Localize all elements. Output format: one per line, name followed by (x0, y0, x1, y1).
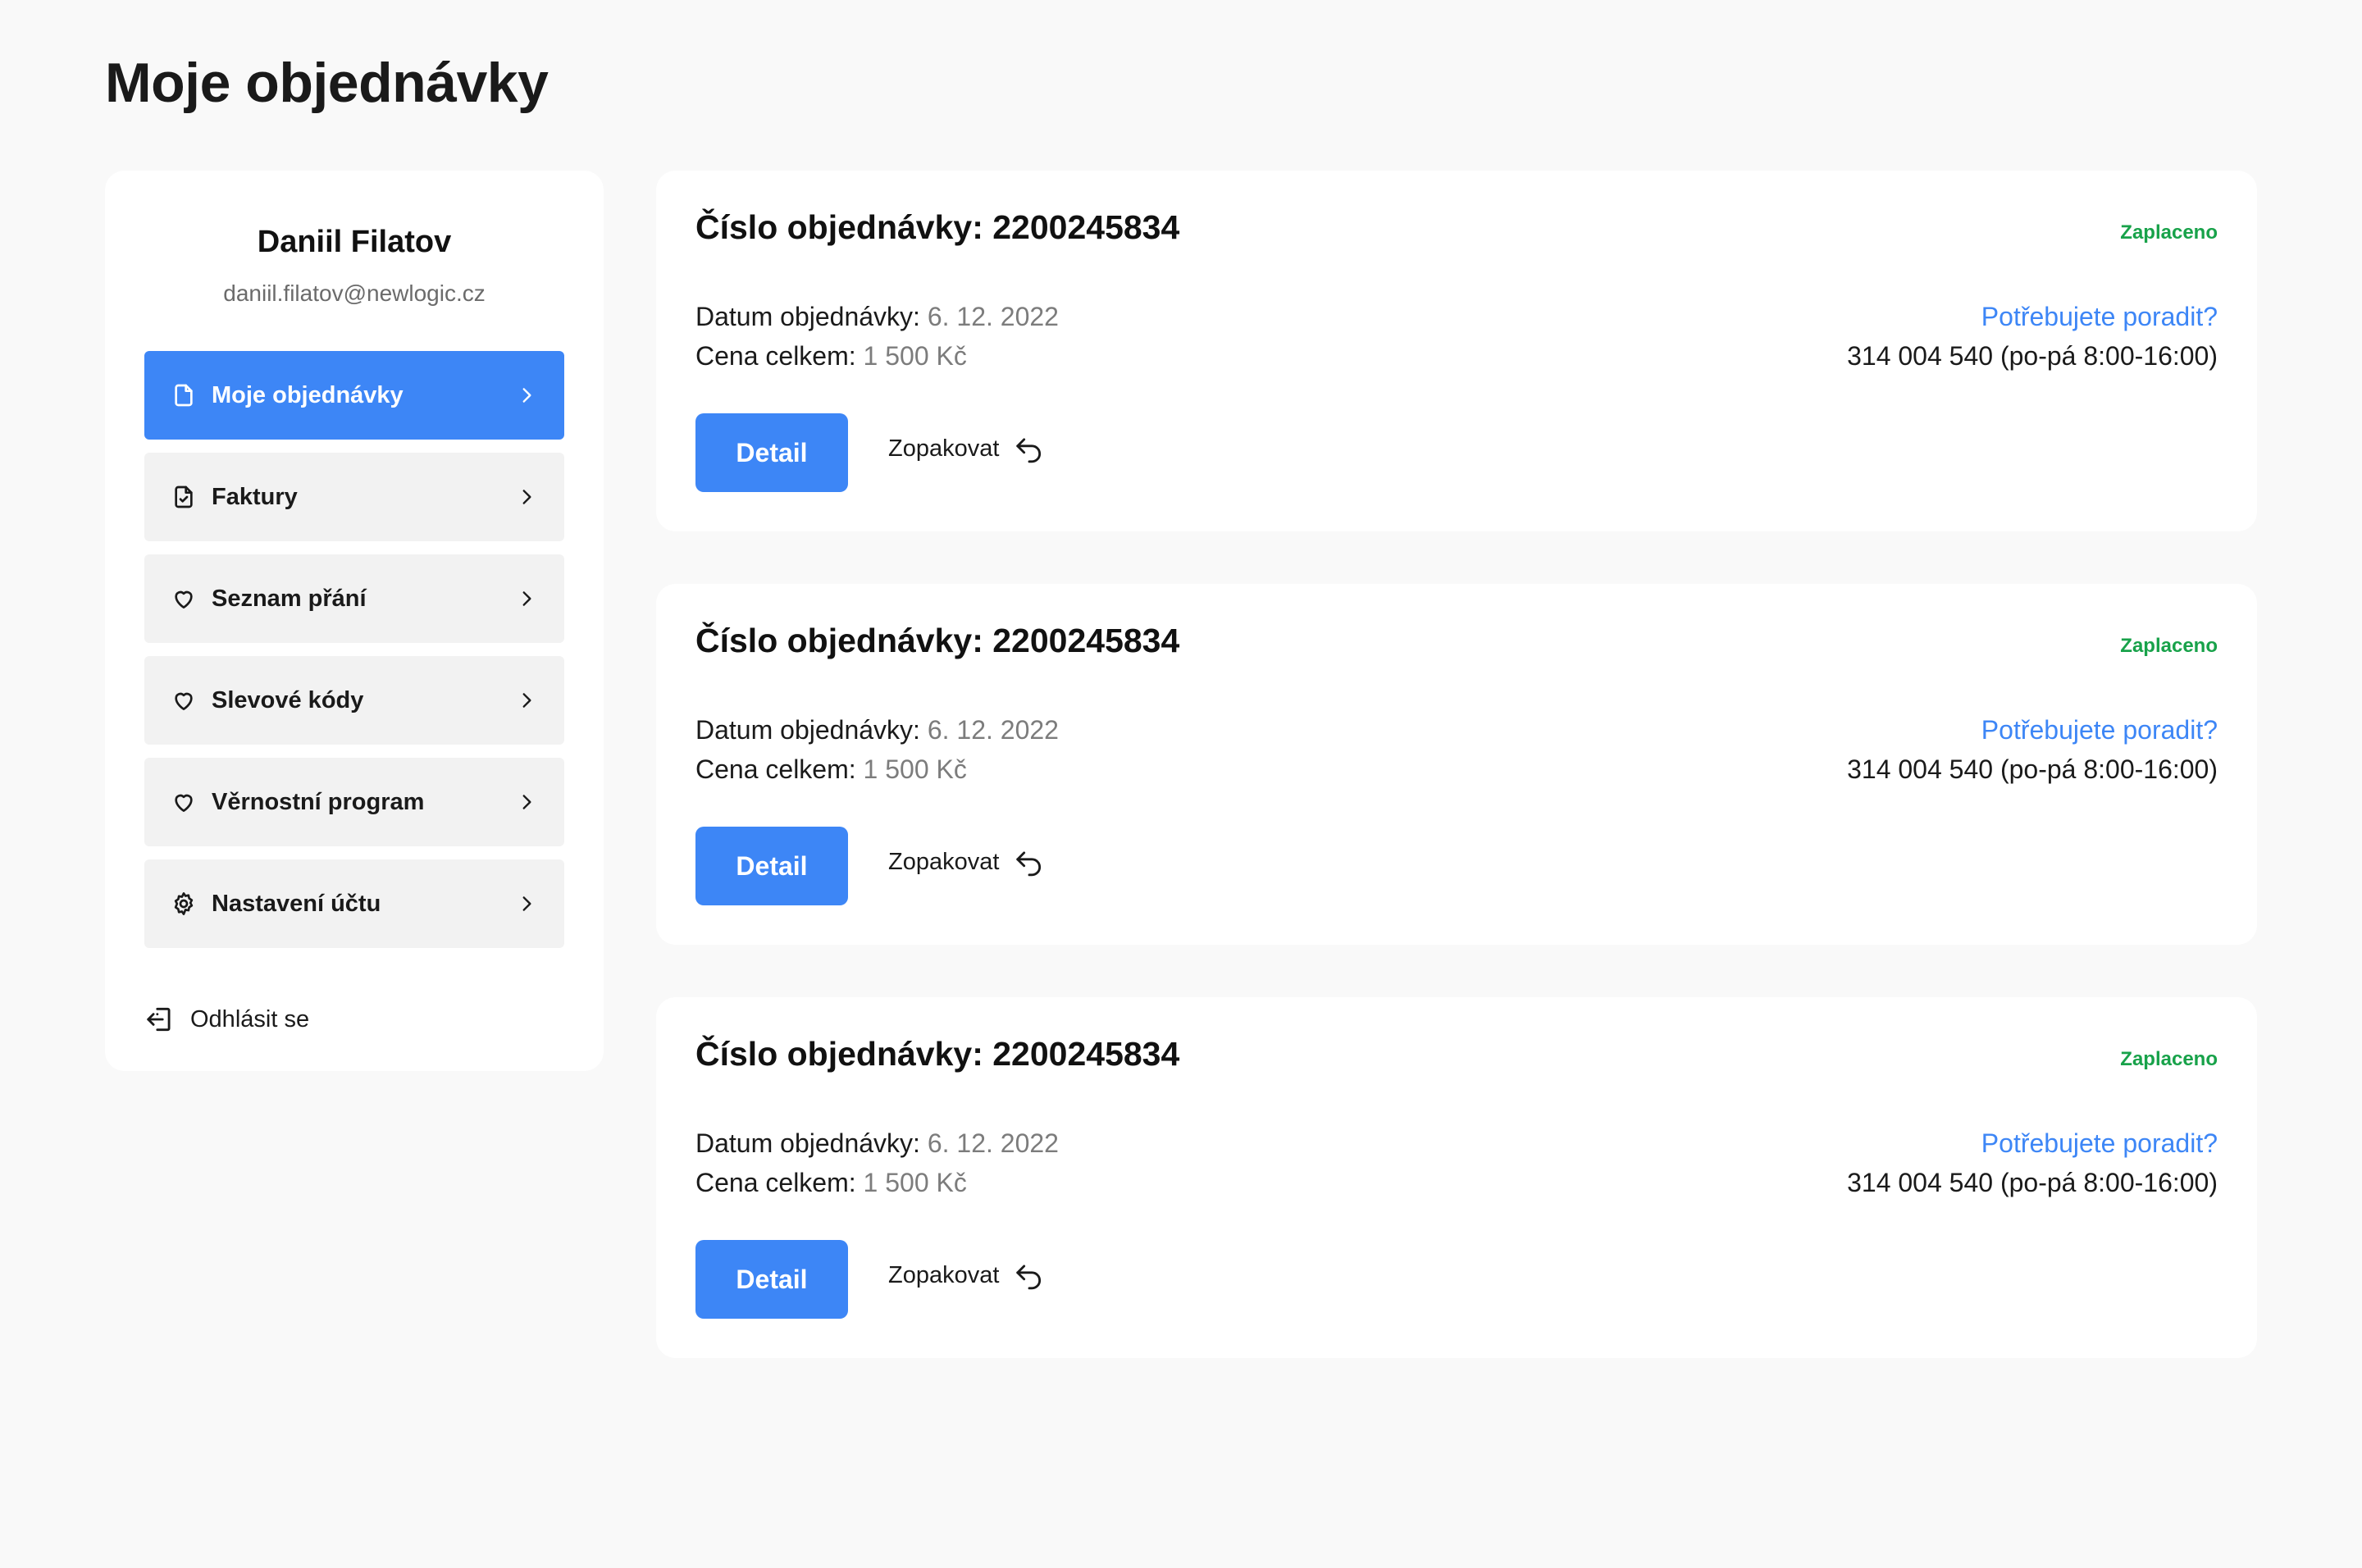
help-link[interactable]: Potřebujete poradit? (1847, 1124, 2218, 1163)
page-title: Moje objednávky (105, 52, 549, 114)
order-price-value: 1 500 Kč (863, 341, 967, 371)
repeat-order-button[interactable]: Zopakovat (888, 1260, 1045, 1291)
heart-icon (171, 687, 197, 713)
repeat-label: Zopakovat (888, 1261, 1000, 1288)
order-price-label: Cena celkem: (695, 1168, 856, 1197)
order-date-row: Datum objednávky: 6. 12. 2022 (695, 710, 1059, 750)
sidebar-item-account-settings[interactable]: Nastavení účtu (144, 859, 564, 948)
help-link[interactable]: Potřebujete poradit? (1847, 710, 2218, 750)
repeat-label: Zopakovat (888, 435, 1000, 462)
user-email: daniil.filatov@newlogic.cz (223, 280, 486, 306)
logout-icon (147, 1007, 171, 1032)
gear-icon (171, 891, 197, 917)
order-meta: Datum objednávky: 6. 12. 2022 Cena celke… (695, 1124, 1059, 1202)
order-card: Číslo objednávky: 2200245834 Zaplaceno D… (656, 584, 2257, 945)
help-phone: 314 004 540 (po-pá 8:00-16:00) (1847, 341, 2218, 371)
order-number: Číslo objednávky: 2200245834 (695, 622, 1180, 659)
help-phone: 314 004 540 (po-pá 8:00-16:00) (1847, 1168, 2218, 1197)
order-card: Číslo objednávky: 2200245834 Zaplaceno D… (656, 171, 2257, 531)
account-sidebar: Daniil Filatov daniil.filatov@newlogic.c… (105, 171, 604, 1071)
sidebar-item-orders[interactable]: Moje objednávky (144, 351, 564, 440)
order-date-value: 6. 12. 2022 (927, 715, 1059, 745)
detail-button[interactable]: Detail (695, 413, 848, 492)
undo-arrow-icon (1016, 1265, 1042, 1290)
sidebar-item-wishlist[interactable]: Seznam přání (144, 554, 564, 643)
sidebar-item-discount-codes[interactable]: Slevové kódy (144, 656, 564, 745)
order-date-label: Datum objednávky: (695, 302, 920, 331)
order-price-value: 1 500 Kč (863, 1168, 967, 1197)
chevron-right-icon (515, 892, 538, 915)
help-link[interactable]: Potřebujete poradit? (1847, 297, 2218, 336)
order-date-label: Datum objednávky: (695, 1128, 920, 1158)
order-number: Číslo objednávky: 2200245834 (695, 1035, 1180, 1073)
order-meta: Datum objednávky: 6. 12. 2022 Cena celke… (695, 710, 1059, 789)
sidebar-item-label: Moje objednávky (212, 381, 404, 408)
order-price-row: Cena celkem: 1 500 Kč (695, 336, 1059, 376)
sidebar-item-invoices[interactable]: Faktury (144, 453, 564, 541)
order-price-label: Cena celkem: (695, 754, 856, 784)
detail-button[interactable]: Detail (695, 1240, 848, 1319)
order-date-row: Datum objednávky: 6. 12. 2022 (695, 1124, 1059, 1163)
chevron-right-icon (515, 384, 538, 407)
sidebar-item-label: Věrnostní program (212, 788, 425, 815)
user-name: Daniil Filatov (257, 225, 452, 259)
order-price-row: Cena celkem: 1 500 Kč (695, 1163, 1059, 1202)
logout-button[interactable]: Odhlásit se (144, 1004, 309, 1035)
order-number: Číslo objednávky: 2200245834 (695, 208, 1180, 246)
order-price-row: Cena celkem: 1 500 Kč (695, 750, 1059, 789)
help-phone: 314 004 540 (po-pá 8:00-16:00) (1847, 754, 2218, 784)
undo-arrow-icon (1016, 851, 1042, 877)
status-badge: Zaplaceno (2120, 221, 2218, 244)
order-date-label: Datum objednávky: (695, 715, 920, 745)
heart-icon (171, 789, 197, 815)
logout-label: Odhlásit se (190, 1005, 310, 1032)
sidebar-item-label: Faktury (212, 483, 298, 510)
status-badge: Zaplaceno (2120, 1048, 2218, 1070)
repeat-label: Zopakovat (888, 848, 1000, 875)
sidebar-item-label: Nastavení účtu (212, 890, 381, 917)
chevron-right-icon (515, 689, 538, 712)
undo-arrow-icon (1016, 438, 1042, 463)
sidebar-item-loyalty-program[interactable]: Věrnostní program (144, 758, 564, 846)
order-price-value: 1 500 Kč (863, 754, 967, 784)
help-contact: Potřebujete poradit? 314 004 540 (po-pá … (1847, 710, 2218, 789)
chevron-right-icon (515, 485, 538, 508)
order-meta: Datum objednávky: 6. 12. 2022 Cena celke… (695, 297, 1059, 376)
order-date-value: 6. 12. 2022 (927, 1128, 1059, 1158)
repeat-order-button[interactable]: Zopakovat (888, 846, 1045, 877)
order-price-label: Cena celkem: (695, 341, 856, 371)
detail-button[interactable]: Detail (695, 827, 848, 905)
sidebar-item-label: Slevové kódy (212, 686, 364, 713)
sidebar-item-label: Seznam přání (212, 585, 367, 612)
document-icon (171, 382, 197, 408)
chevron-right-icon (515, 587, 538, 610)
help-contact: Potřebujete poradit? 314 004 540 (po-pá … (1847, 1124, 2218, 1202)
heart-icon (171, 586, 197, 612)
help-contact: Potřebujete poradit? 314 004 540 (po-pá … (1847, 297, 2218, 376)
repeat-order-button[interactable]: Zopakovat (888, 433, 1045, 464)
page: Moje objednávky Daniil Filatov daniil.fi… (0, 0, 2362, 1568)
order-date-row: Datum objednávky: 6. 12. 2022 (695, 297, 1059, 336)
invoice-icon (171, 484, 197, 510)
status-badge: Zaplaceno (2120, 635, 2218, 657)
chevron-right-icon (515, 791, 538, 814)
order-card: Číslo objednávky: 2200245834 Zaplaceno D… (656, 997, 2257, 1358)
order-date-value: 6. 12. 2022 (927, 302, 1059, 331)
